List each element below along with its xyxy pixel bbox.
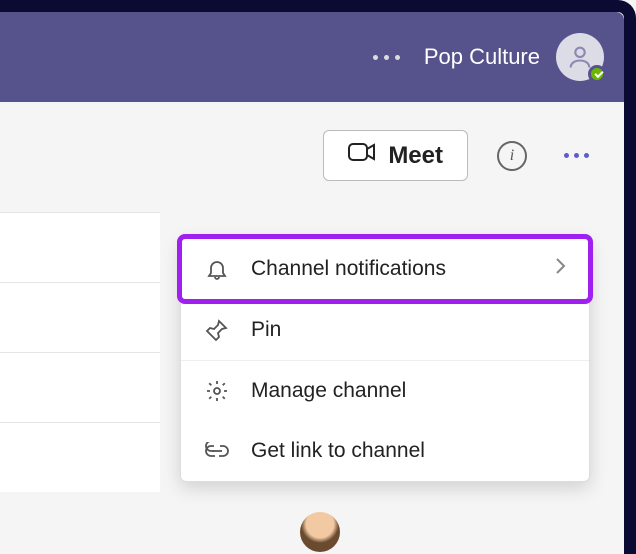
channel-toolbar: Meet i	[0, 102, 624, 191]
menu-item-label: Get link to channel	[251, 439, 567, 463]
gear-icon	[203, 379, 231, 403]
menu-item-label: Channel notifications	[251, 257, 533, 281]
more-options-button[interactable]	[556, 136, 596, 176]
menu-item-channel-notifications[interactable]: Channel notifications	[181, 238, 589, 300]
bell-icon	[203, 257, 231, 281]
meet-label: Meet	[388, 142, 443, 170]
presence-available-icon	[588, 65, 606, 83]
video-icon	[348, 141, 376, 170]
channel-context-menu: Channel notifications Pin Manage channel	[180, 237, 590, 482]
chevron-right-icon	[553, 256, 567, 282]
ellipsis-icon	[564, 153, 589, 158]
pin-icon	[203, 318, 231, 342]
info-button[interactable]: i	[492, 136, 532, 176]
meet-button[interactable]: Meet	[323, 130, 468, 181]
app-title: Pop Culture	[424, 44, 540, 70]
profile-avatar[interactable]	[556, 33, 604, 81]
link-icon	[203, 442, 231, 460]
title-bar: Pop Culture	[0, 12, 624, 102]
info-icon: i	[497, 141, 527, 171]
more-icon[interactable]	[365, 55, 408, 60]
list-item[interactable]	[0, 422, 160, 492]
menu-item-label: Pin	[251, 318, 567, 342]
list-item[interactable]	[0, 212, 160, 282]
sidebar-list	[0, 212, 160, 492]
list-item[interactable]	[0, 282, 160, 352]
menu-item-label: Manage channel	[251, 379, 567, 403]
avatar[interactable]	[300, 512, 340, 552]
menu-item-get-link[interactable]: Get link to channel	[181, 421, 589, 481]
menu-item-pin[interactable]: Pin	[181, 300, 589, 360]
list-item[interactable]	[0, 352, 160, 422]
menu-item-manage-channel[interactable]: Manage channel	[181, 361, 589, 421]
